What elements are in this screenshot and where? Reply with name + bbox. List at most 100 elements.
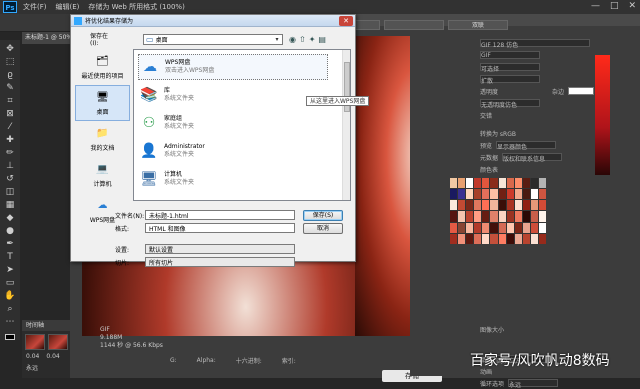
color-table-swatch[interactable] <box>466 189 474 200</box>
new-folder-icon[interactable]: ✦ <box>309 35 316 44</box>
color-table-swatch[interactable] <box>522 178 530 189</box>
interlaced-checkbox[interactable]: 交错 <box>480 111 492 120</box>
color-table[interactable] <box>450 178 546 244</box>
type-tool-icon[interactable]: T <box>4 252 16 262</box>
color-table-swatch[interactable] <box>474 189 482 200</box>
file-list-scrollbar[interactable] <box>342 50 350 200</box>
color-picker-strip[interactable] <box>595 55 610 175</box>
hand-tool-icon[interactable]: ✋ <box>4 291 16 301</box>
color-table-swatch[interactable] <box>450 189 458 200</box>
color-table-swatch[interactable] <box>450 178 458 189</box>
color-table-swatch[interactable] <box>450 233 458 244</box>
place-documents[interactable]: 📁 我的文档 <box>75 121 130 157</box>
color-table-swatch[interactable] <box>530 222 538 233</box>
file-item-administrator[interactable]: 👤 Administrator 系统文件夹 <box>138 138 318 164</box>
color-table-swatch[interactable] <box>530 189 538 200</box>
color-table-swatch[interactable] <box>538 189 546 200</box>
file-item-wps[interactable]: ☁ WPS网盘 双击进入WPS网盘 <box>138 54 328 80</box>
color-table-swatch[interactable] <box>506 178 514 189</box>
dodge-tool-icon[interactable]: ● <box>4 226 16 236</box>
color-table-swatch[interactable] <box>514 222 522 233</box>
lasso-tool-icon[interactable]: ϱ <box>4 70 16 80</box>
color-table-swatch[interactable] <box>474 222 482 233</box>
pen-tool-icon[interactable]: ✒ <box>4 239 16 249</box>
color-table-swatch[interactable] <box>450 200 458 211</box>
timeline-frame-1[interactable] <box>25 334 45 350</box>
color-table-swatch[interactable] <box>498 178 506 189</box>
color-table-swatch[interactable] <box>538 233 546 244</box>
convert-srgb-checkbox[interactable]: 转换为 sRGB <box>480 129 516 138</box>
color-table-swatch[interactable] <box>474 200 482 211</box>
color-table-swatch[interactable] <box>538 178 546 189</box>
close-icon[interactable]: ✕ <box>628 1 636 11</box>
color-table-swatch[interactable] <box>490 189 498 200</box>
place-desktop[interactable]: 🖥 桌面 <box>75 85 130 121</box>
color-table-swatch[interactable] <box>514 233 522 244</box>
color-table-swatch[interactable] <box>506 222 514 233</box>
color-table-swatch[interactable] <box>466 222 474 233</box>
quick-select-icon[interactable]: ✎ <box>4 83 16 93</box>
color-table-swatch[interactable] <box>514 211 522 222</box>
place-computer[interactable]: 💻 计算机 <box>75 157 130 193</box>
file-item-homegroup[interactable]: ⚇ 家庭组 系统文件夹 <box>138 110 318 136</box>
transparency-dither-select[interactable]: 无透明度仿色 <box>480 99 540 109</box>
color-table-swatch[interactable] <box>482 189 490 200</box>
move-tool-icon[interactable]: ✥ <box>4 44 16 54</box>
timeline-loop-option[interactable]: 永远 <box>22 363 72 372</box>
color-table-swatch[interactable] <box>498 222 506 233</box>
color-table-swatch[interactable] <box>514 178 522 189</box>
menu-edit[interactable]: 编辑(E) <box>56 2 80 12</box>
metadata-select[interactable]: 版权和联系信息 <box>502 153 563 163</box>
filename-input[interactable]: 未标题-1.html <box>145 210 295 220</box>
crop-tool-icon[interactable]: ⌗ <box>4 96 16 106</box>
tab-optimized[interactable] <box>384 20 444 30</box>
color-table-swatch[interactable] <box>498 233 506 244</box>
color-table-swatch[interactable] <box>530 178 538 189</box>
document-tab[interactable]: 未标题-1 @ 50% <box>22 32 74 44</box>
file-item-computer[interactable]: 🖥 计算机 系统文件夹 <box>138 166 318 192</box>
color-table-swatch[interactable] <box>450 211 458 222</box>
healing-brush-icon[interactable]: ✚ <box>4 135 16 145</box>
dither-select[interactable]: 扩散 <box>480 75 540 85</box>
maximize-icon[interactable]: □ <box>610 1 619 11</box>
color-table-swatch[interactable] <box>474 178 482 189</box>
timeline-title[interactable]: 时间轴 <box>22 320 72 331</box>
menu-file[interactable]: 文件(F) <box>23 2 47 12</box>
settings-dropdown[interactable]: 默认设置 <box>145 244 295 254</box>
color-table-swatch[interactable] <box>506 211 514 222</box>
slices-dropdown[interactable]: 所有切片 <box>145 257 295 267</box>
color-table-swatch[interactable] <box>514 189 522 200</box>
path-select-icon[interactable]: ➤ <box>4 265 16 275</box>
dialog-close-button[interactable]: ✕ <box>339 16 353 26</box>
zoom-tool-icon[interactable]: ⌕ <box>4 304 16 314</box>
shape-tool-icon[interactable]: ▭ <box>4 278 16 288</box>
color-table-swatch[interactable] <box>466 211 474 222</box>
eyedropper-icon[interactable]: ⁄ <box>4 122 16 132</box>
color-table-swatch[interactable] <box>498 211 506 222</box>
color-table-swatch[interactable] <box>490 222 498 233</box>
frame-time-2[interactable]: 0.04 <box>46 353 59 360</box>
frame-tool-icon[interactable]: ⊠ <box>4 109 16 119</box>
color-table-swatch[interactable] <box>522 233 530 244</box>
color-table-swatch[interactable] <box>490 233 498 244</box>
brush-tool-icon[interactable]: ✏ <box>4 148 16 158</box>
color-table-swatch[interactable] <box>482 211 490 222</box>
color-table-swatch[interactable] <box>450 222 458 233</box>
color-table-swatch[interactable] <box>530 200 538 211</box>
loop-select[interactable]: 永远 <box>508 379 559 389</box>
color-table-swatch[interactable] <box>466 200 474 211</box>
color-table-swatch[interactable] <box>482 178 490 189</box>
color-table-swatch[interactable] <box>490 211 498 222</box>
color-table-swatch[interactable] <box>530 233 538 244</box>
color-table-swatch[interactable] <box>474 233 482 244</box>
color-table-swatch[interactable] <box>506 233 514 244</box>
color-table-swatch[interactable] <box>458 211 466 222</box>
color-table-swatch[interactable] <box>458 178 466 189</box>
marquee-tool-icon[interactable]: ⬚ <box>4 57 16 67</box>
matte-color-field[interactable] <box>568 87 595 95</box>
foreground-color-swatch[interactable] <box>5 334 15 340</box>
format-select[interactable]: GIF <box>480 51 540 59</box>
color-table-swatch[interactable] <box>538 222 546 233</box>
color-table-swatch[interactable] <box>458 200 466 211</box>
color-table-swatch[interactable] <box>482 233 490 244</box>
